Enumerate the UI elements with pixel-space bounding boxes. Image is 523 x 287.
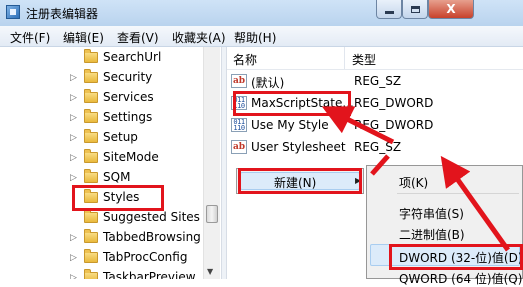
window-title: 注册表编辑器	[26, 7, 99, 21]
scrollbar-thumb[interactable]	[206, 205, 218, 223]
tree-item[interactable]: ▷ SiteMode	[0, 148, 200, 168]
expand-arrow-icon[interactable]: ▷	[70, 113, 77, 123]
value-row[interactable]: 011 110 Use My Style REG_DWORD	[227, 114, 523, 136]
value-type: REG_SZ	[354, 74, 402, 88]
submenu-item-binary[interactable]: 二进制值(B)	[370, 221, 520, 243]
registry-editor-icon	[6, 5, 20, 19]
maximize-icon	[410, 5, 420, 13]
string-value-icon: ab	[231, 140, 247, 154]
tree-item[interactable]: Suggested Sites	[0, 208, 200, 228]
tree-item-label: Setup	[103, 130, 138, 144]
value-type: REG_SZ	[354, 140, 402, 154]
menu-separator	[397, 193, 519, 194]
highlight-box-dword	[389, 244, 523, 270]
highlight-box-styles	[72, 185, 164, 211]
expand-arrow-icon[interactable]: ▷	[70, 153, 77, 163]
minimize-button[interactable]	[376, 0, 402, 19]
key-tree[interactable]: SearchUrl ▷ Security ▷ Services ▷ Settin…	[0, 47, 221, 279]
tree-item[interactable]: ▷ TabbedBrowsing	[0, 228, 201, 248]
close-icon: X	[446, 2, 456, 16]
tree-item-label: SearchUrl	[103, 50, 162, 64]
minimize-icon	[384, 10, 394, 14]
tree-item[interactable]: ▷ TabProcConfig	[0, 248, 200, 268]
folder-icon	[84, 229, 98, 243]
close-button[interactable]: X	[428, 0, 474, 19]
tree-item-label: SiteMode	[103, 150, 159, 164]
tree-item[interactable]: ▷ TaskbarPreview	[0, 268, 200, 279]
expand-arrow-icon[interactable]: ▷	[70, 93, 77, 103]
tree-item[interactable]: ▷ Settings	[0, 108, 200, 128]
expand-arrow-icon[interactable]: ▷	[70, 273, 77, 279]
folder-icon	[84, 109, 98, 123]
value-row[interactable]: ab User Stylesheet REG_SZ	[227, 136, 523, 158]
folder-icon	[84, 209, 98, 223]
menu-edit[interactable]: 编辑(E)	[63, 29, 104, 46]
tree-item[interactable]: ▷ Security	[0, 68, 200, 88]
expand-arrow-icon[interactable]: ▷	[70, 173, 77, 183]
menu-bar: 文件(F) 编辑(E) 查看(V) 收藏夹(A) 帮助(H)	[0, 26, 523, 47]
maximize-button[interactable]	[402, 0, 428, 19]
expand-arrow-icon[interactable]: ▷	[70, 253, 77, 263]
submenu-item-label: 二进制值(B)	[399, 228, 465, 242]
submenu-item-key[interactable]: 项(K)	[370, 169, 520, 191]
expand-arrow-icon[interactable]: ▷	[70, 73, 77, 83]
value-type: REG_DWORD	[354, 118, 434, 132]
dword-value-icon: 011 110	[231, 118, 247, 132]
column-header-type[interactable]: 类型	[346, 47, 496, 69]
tree-item-label: Settings	[103, 110, 153, 124]
expand-arrow-icon[interactable]: ▷	[70, 233, 77, 243]
tree-scrollbar[interactable]: ▼	[203, 47, 220, 279]
tree-item[interactable]: ▷ Setup	[0, 128, 200, 148]
folder-icon	[84, 169, 98, 183]
menu-view[interactable]: 查看(V)	[117, 29, 159, 46]
tree-item[interactable]: SearchUrl	[0, 48, 200, 68]
tree-item-label: Services	[103, 90, 154, 104]
folder-icon	[84, 149, 98, 163]
highlight-box-new-menu	[238, 168, 362, 194]
folder-icon	[84, 269, 98, 279]
menu-file[interactable]: 文件(F)	[10, 29, 50, 46]
scroll-down-arrow-icon[interactable]: ▼	[207, 267, 213, 276]
folder-icon	[84, 129, 98, 143]
folder-icon	[84, 89, 98, 103]
highlight-box-maxscriptstate	[233, 91, 351, 116]
menu-help[interactable]: 帮助(H)	[234, 29, 276, 46]
value-name: User Stylesheet	[251, 140, 346, 154]
title-bar: 注册表编辑器 X	[0, 0, 523, 27]
submenu-item-label: 项(K)	[399, 176, 429, 190]
column-header-name[interactable]: 名称	[227, 47, 345, 69]
tree-item-label: SQM	[103, 170, 131, 184]
value-row[interactable]: ab (默认) REG_SZ	[227, 70, 523, 92]
expand-arrow-icon[interactable]: ▷	[70, 133, 77, 143]
value-name: (默认)	[251, 76, 285, 90]
tree-item-label: TabProcConfig	[103, 250, 188, 264]
value-name: Use My Style	[251, 118, 329, 132]
menu-favorites[interactable]: 收藏夹(A)	[172, 29, 226, 46]
folder-icon	[84, 69, 98, 83]
submenu-item-string[interactable]: 字符串值(S)	[370, 200, 520, 222]
tree-item-label: TabbedBrowsing	[103, 230, 201, 244]
string-value-icon: ab	[231, 74, 247, 88]
registry-editor-window: 注册表编辑器 X 文件(F) 编辑(E) 查看(V) 收藏夹(A) 帮助(H) …	[0, 0, 523, 286]
tree-item-label: Security	[103, 70, 153, 84]
submenu-item-label: 字符串值(S)	[399, 207, 464, 221]
tree-item-label: Suggested Sites	[103, 210, 200, 224]
tree-item[interactable]: ▷ Services	[0, 88, 200, 108]
tree-item-label: TaskbarPreview	[103, 270, 196, 279]
value-type: REG_DWORD	[354, 96, 434, 110]
folder-icon	[84, 49, 98, 63]
folder-icon	[84, 249, 98, 263]
